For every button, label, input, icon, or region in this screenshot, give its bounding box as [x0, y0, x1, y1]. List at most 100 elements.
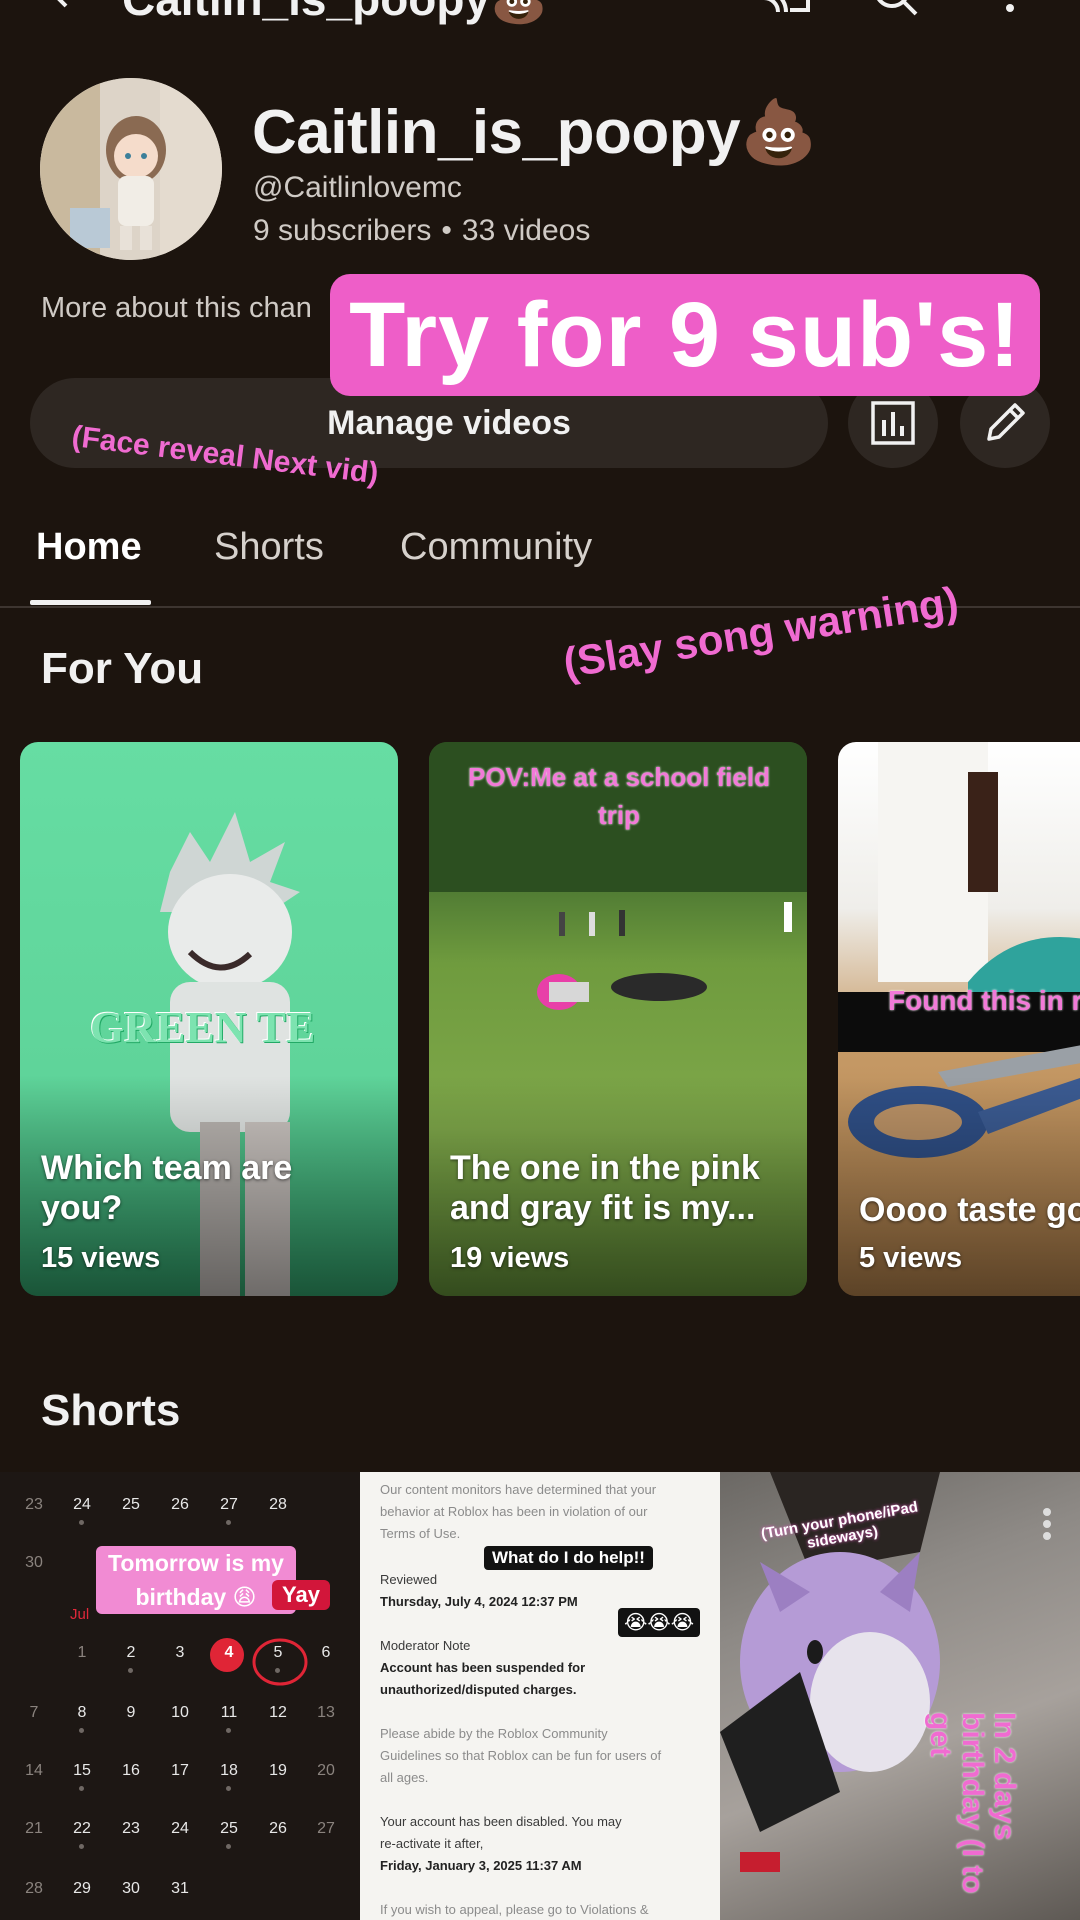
notice-text-line: Guidelines so that Roblox can be fun for… [380, 1748, 662, 1763]
calendar-day: 5 [273, 1644, 283, 1661]
calendar-day: 11 [220, 1704, 238, 1721]
calendar-day: 4 [224, 1644, 234, 1661]
calendar-day: 7 [29, 1704, 39, 1721]
notice-text-line: Our content monitors have determined tha… [380, 1482, 657, 1497]
manage-videos-label: Manage videos [327, 403, 571, 442]
notice-text-line: Reviewed [380, 1572, 438, 1587]
calendar-day: 20 [317, 1762, 335, 1779]
video-views: 5 views [859, 1242, 963, 1274]
top-bar-title: Caitlin_is_poopy💩 [122, 0, 547, 27]
calendar-day: 28 [25, 1880, 43, 1897]
video-card[interactable]: POV:Me at a school field trip The one in… [429, 742, 807, 1296]
calendar-event-dot [79, 1728, 84, 1733]
calendar-event-dot [275, 1668, 280, 1673]
calendar-day: 31 [171, 1880, 189, 1897]
shorts-heading: Shorts [41, 1386, 181, 1435]
cast-icon[interactable] [760, 0, 812, 16]
thumbnail-overlay-text: Found this in rocks [888, 985, 1080, 1016]
video-card[interactable]: Found this in rocks Oooo taste go 5 view… [838, 742, 1080, 1296]
back-arrow-icon[interactable] [40, 0, 80, 10]
notice-text-line: Terms of Use. [380, 1526, 461, 1541]
calendar-day: 6 [321, 1644, 331, 1661]
sub-goal-sticker: Try for 9 sub's! [330, 274, 1040, 396]
calendar-day: 19 [269, 1762, 287, 1779]
tab-shorts[interactable]: Shorts [214, 526, 324, 569]
birthday-caption: Tomorrow is my birthday 😩 [96, 1546, 296, 1614]
calendar-day: 1 [77, 1644, 87, 1661]
calendar-day: 30 [25, 1554, 43, 1571]
short-thumbnail[interactable]: Tomorrow is my birthday 😩 Yay Jul 23 24 25… [0, 1472, 360, 1920]
calendar-day: 3 [175, 1644, 185, 1661]
calendar-day: 25 [122, 1496, 140, 1513]
video-title: Which team are you? [41, 1149, 293, 1227]
subscriber-count: 9 subscribers [253, 214, 432, 247]
video-views: 19 views [450, 1242, 570, 1274]
calendar-day: 21 [25, 1820, 43, 1837]
notice-text-line: all ages. [380, 1770, 429, 1785]
channel-handle: @Caitlinlovemc [253, 171, 462, 204]
for-you-heading: For You [41, 644, 204, 693]
calendar-day: 27 [220, 1496, 238, 1513]
calendar-event-dot [79, 1520, 84, 1525]
calendar-day: 22 [73, 1820, 91, 1837]
calendar-day: 18 [220, 1762, 238, 1779]
channel-avatar[interactable] [40, 78, 222, 260]
tab-home[interactable]: Home [36, 526, 142, 569]
calendar-day: 13 [317, 1704, 335, 1721]
search-icon[interactable] [872, 0, 922, 16]
video-card[interactable]: GREEN TE Which team are you? 15 views [20, 742, 398, 1296]
calendar-day: 25 [220, 1820, 238, 1837]
help-caption: What do I do help!! [484, 1546, 653, 1570]
notice-text-line: If you wish to appeal, please go to Viol… [380, 1902, 649, 1917]
notice-text-line: re-activate it after, [380, 1836, 484, 1851]
calendar-day: 29 [73, 1880, 91, 1897]
calendar-day: 9 [126, 1704, 136, 1721]
channel-stats: 9 subscribers • 33 videos [253, 214, 590, 248]
calendar-event-dot [128, 1668, 133, 1673]
calendar-day: 15 [73, 1762, 91, 1779]
calendar-event-dot [226, 1520, 231, 1525]
calendar-event-dot [226, 1786, 231, 1791]
month-label: Jul [70, 1606, 90, 1623]
calendar-day: 30 [122, 1880, 140, 1897]
crying-emojis: 😭😭😭 [618, 1608, 701, 1637]
slay-warning-caption: (Slay song warning) [560, 577, 962, 687]
calendar-event-dot [79, 1844, 84, 1849]
active-tab-indicator [30, 600, 151, 605]
pencil-icon [987, 403, 1025, 441]
notice-text-line: Please abide by the Roblox Community [380, 1726, 608, 1741]
top-app-bar: Caitlin_is_poopy💩 [0, 0, 1080, 30]
tab-community[interactable]: Community [400, 526, 592, 569]
calendar-day: 23 [25, 1496, 43, 1513]
calendar-day: 12 [269, 1704, 287, 1721]
calendar-day: 27 [317, 1820, 335, 1837]
calendar-day: 23 [122, 1820, 140, 1837]
calendar-day: 16 [122, 1762, 140, 1779]
more-about-link[interactable]: More about this chan [41, 292, 312, 325]
calendar-event-dot [226, 1844, 231, 1849]
calendar-day: 24 [73, 1496, 91, 1513]
video-count: 33 videos [461, 214, 591, 247]
more-vert-icon[interactable] [1000, 0, 1020, 14]
notice-text-line: unauthorized/disputed charges. [380, 1682, 577, 1697]
notice-text-line: Your account has been disabled. You may [380, 1814, 622, 1829]
short-thumbnail[interactable]: What do I do help!! 😭😭😭 Our content moni… [360, 1472, 720, 1920]
avatar-image [40, 78, 222, 260]
video-title: The one in the pink and gray fit is my..… [450, 1149, 760, 1227]
short-thumbnail[interactable]: (Turn your phone/iPad sideways) In 2 day… [720, 1472, 1080, 1920]
calendar-day: 28 [269, 1496, 287, 1513]
analytics-icon [871, 401, 915, 445]
calendar-day: 17 [171, 1762, 189, 1779]
calendar-day: 26 [269, 1820, 287, 1837]
notice-text-line: Thursday, July 4, 2024 12:37 PM [380, 1594, 578, 1609]
video-title: Oooo taste go [859, 1191, 1080, 1229]
calendar-day: 2 [126, 1644, 136, 1661]
thumbnail-overlay-text: GREEN TE [90, 1003, 316, 1052]
notice-text-line: behavior at Roblox has been in violation… [380, 1504, 648, 1519]
calendar-event-dot [226, 1728, 231, 1733]
stats-separator: • [441, 214, 452, 247]
thumbnail-overlay-text: POV:Me at a school field trip [468, 762, 770, 830]
calendar-day: 14 [25, 1762, 43, 1779]
calendar-day: 10 [171, 1704, 189, 1721]
birthday-countdown-caption: In 2 days birthday (I to get [924, 1712, 1021, 1894]
